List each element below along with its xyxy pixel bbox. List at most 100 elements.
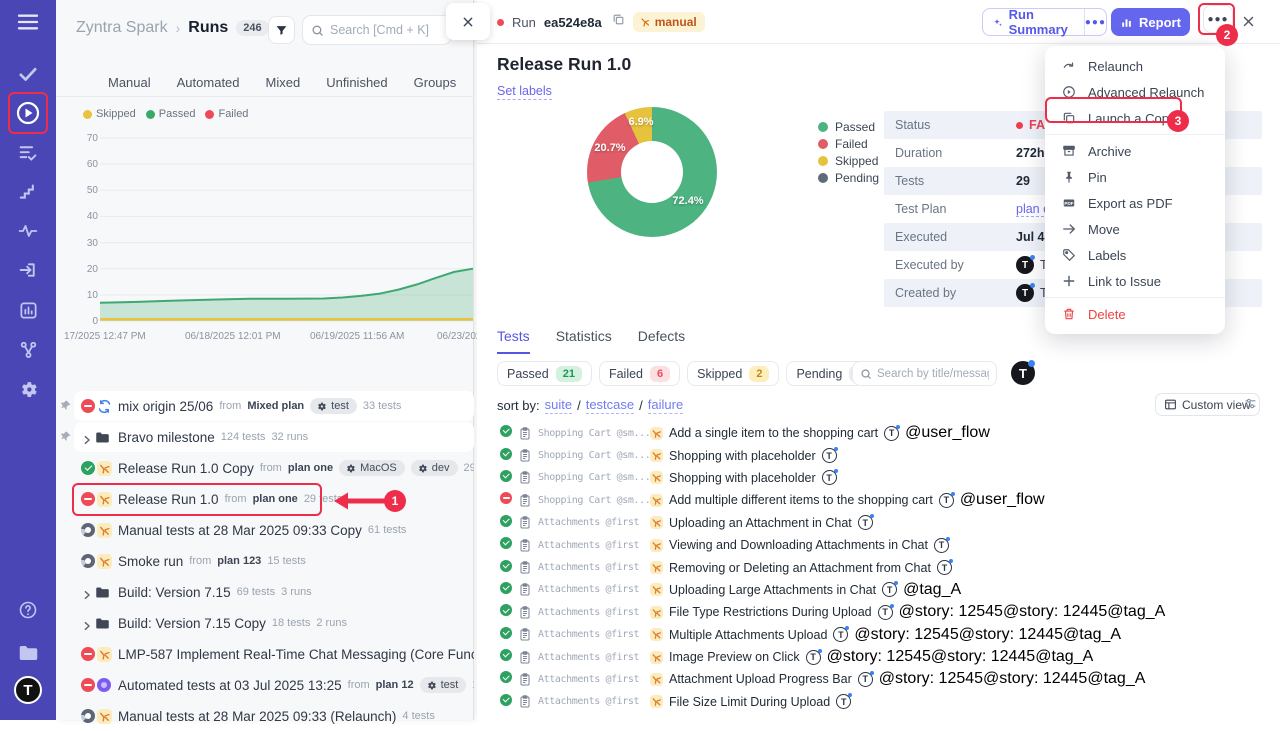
run-meta: 18 tests (272, 617, 311, 629)
menu-item-link-to-issue[interactable]: Link to Issue (1045, 268, 1225, 294)
filter-chip-passed[interactable]: Passed21 (497, 361, 592, 386)
filter-chip-failed[interactable]: Failed6 (599, 361, 680, 386)
test-row[interactable]: Shopping Cart @sm...Shopping with placeh… (477, 467, 1280, 489)
run-plan-link[interactable]: plan 12 (376, 679, 414, 691)
run-list-item[interactable]: Manual tests at 28 Mar 2025 09:33 Copy61… (56, 515, 474, 545)
chevron-right-icon[interactable] (82, 432, 92, 450)
detail-tab-defects[interactable]: Defects (638, 328, 685, 354)
sidebar-user-avatar[interactable]: T (14, 676, 42, 704)
test-row[interactable]: Attachments @firstImage Preview on Click… (477, 646, 1280, 668)
test-title[interactable]: Add multiple different items to the shop… (669, 493, 933, 507)
copy-run-id-icon[interactable] (612, 13, 625, 31)
sidebar-branch-icon[interactable] (0, 332, 56, 366)
view-settings-icon[interactable] (1243, 397, 1258, 415)
test-title[interactable]: Image Preview on Click (669, 650, 800, 664)
run-list-item[interactable]: Build: Version 7.1569 tests3 runs (56, 577, 474, 607)
menu-item-labels[interactable]: Labels (1045, 242, 1225, 268)
assignee-avatar[interactable]: T (1011, 361, 1035, 385)
sort-by-suite[interactable]: suite (545, 397, 572, 414)
test-row[interactable]: Attachments @firstFile Size Limit During… (477, 691, 1280, 713)
run-list-item[interactable]: LMP-587 Implement Real-Time Chat Messagi… (56, 639, 474, 669)
sidebar-chart-icon[interactable] (0, 293, 56, 327)
chevron-right-icon[interactable] (82, 587, 92, 605)
sidebar-help-icon[interactable] (0, 593, 56, 627)
menu-item-archive[interactable]: Archive (1045, 138, 1225, 164)
menu-item-delete[interactable]: Delete (1045, 301, 1225, 327)
run-status-partial-icon (81, 523, 95, 542)
test-row[interactable]: Attachments @firstFile Type Restrictions… (477, 601, 1280, 623)
test-title[interactable]: Multiple Attachments Upload (669, 628, 827, 642)
run-plan-link[interactable]: plan one (288, 462, 333, 474)
x-axis-label: 06/19/2025 11:56 AM (310, 331, 404, 342)
run-name[interactable]: LMP-587 Implement Real-Time Chat Messagi… (118, 647, 474, 662)
summary-label: Tests (895, 174, 1016, 188)
test-title[interactable]: Uploading Large Attachments in Chat (669, 583, 876, 597)
test-title[interactable]: Shopping with placeholder (669, 449, 816, 463)
menu-item-export-as-pdf[interactable]: PDFExport as PDF (1045, 190, 1225, 216)
run-name[interactable]: Automated tests at 03 Jul 2025 13:25 (118, 678, 342, 693)
test-title[interactable]: Shopping with placeholder (669, 471, 816, 485)
test-row[interactable]: Attachments @firstUploading Large Attach… (477, 579, 1280, 601)
run-name[interactable]: mix origin 25/06 (118, 399, 213, 414)
run-meta: 69 tests (237, 586, 276, 598)
sort-by-testcase[interactable]: testcase (586, 397, 634, 414)
run-list-item[interactable]: Manual tests at 28 Mar 2025 09:33 (Relau… (56, 701, 474, 731)
set-labels-link[interactable]: Set labels (497, 84, 552, 100)
run-name[interactable]: Smoke run (118, 554, 183, 569)
sidebar-import-icon[interactable] (0, 253, 56, 287)
menu-item-relaunch[interactable]: Relaunch (1045, 53, 1225, 79)
test-row[interactable]: Attachments @firstAttachment Upload Prog… (477, 668, 1280, 690)
sidebar-list-check-icon[interactable] (0, 136, 56, 170)
sidebar-folder-icon[interactable] (0, 636, 56, 670)
run-name[interactable]: Manual tests at 28 Mar 2025 09:33 (Relau… (118, 709, 396, 724)
menu-item-pin[interactable]: Pin (1045, 164, 1225, 190)
test-row[interactable]: Attachments @firstRemoving or Deleting a… (477, 556, 1280, 578)
run-list-item[interactable]: mix origin 25/06fromMixed plantest33 tes… (56, 391, 474, 421)
run-plan-link[interactable]: plan 123 (217, 555, 261, 567)
sidebar-menu-icon[interactable] (0, 5, 56, 39)
test-row[interactable]: Shopping Cart @sm...Add a single item to… (477, 422, 1280, 444)
sidebar-steps-icon[interactable] (0, 175, 56, 209)
run-list-item[interactable]: Bravo milestone124 tests32 runs (56, 422, 474, 452)
test-title[interactable]: Removing or Deleting an Attachment from … (669, 561, 931, 575)
sidebar-pulse-icon[interactable] (0, 214, 56, 248)
test-row[interactable]: Attachments @firstUploading an Attachmen… (477, 512, 1280, 534)
test-title[interactable]: Add a single item to the shopping cart (669, 426, 878, 440)
run-name[interactable]: Release Run 1.0 Copy (118, 461, 254, 476)
run-name[interactable]: Bravo milestone (118, 430, 215, 445)
chevron-right-icon[interactable] (82, 618, 92, 636)
sidebar-check-icon[interactable] (0, 57, 56, 91)
detail-tab-tests[interactable]: Tests (497, 328, 530, 354)
run-list-item[interactable]: Build: Version 7.15 Copy18 tests2 runs (56, 608, 474, 638)
detail-tab-statistics[interactable]: Statistics (556, 328, 612, 354)
run-name[interactable]: Manual tests at 28 Mar 2025 09:33 Copy (118, 523, 362, 538)
run-summary-button[interactable]: Run Summary ●●● (982, 8, 1107, 36)
close-detail-button[interactable] (1241, 14, 1257, 30)
filter-chip-skipped[interactable]: Skipped2 (687, 361, 779, 386)
run-plan-link[interactable]: Mixed plan (247, 400, 304, 412)
tests-search-input[interactable] (877, 368, 989, 380)
run-list-item[interactable]: Smoke runfromplan 12315 tests (56, 546, 474, 576)
test-row[interactable]: Shopping Cart @sm...Add multiple differe… (477, 489, 1280, 511)
test-row[interactable]: Attachments @firstMultiple Attachments U… (477, 624, 1280, 646)
run-summary-more-button[interactable]: ●●● (1085, 17, 1106, 28)
menu-item-move[interactable]: Move (1045, 216, 1225, 242)
close-runs-panel-button[interactable] (446, 3, 490, 40)
run-name[interactable]: Build: Version 7.15 (118, 585, 231, 600)
test-title[interactable]: File Size Limit During Upload (669, 695, 830, 709)
run-list-item[interactable]: Release Run 1.0 Copyfromplan oneMacOSdev… (56, 453, 474, 483)
tests-search[interactable] (852, 361, 997, 386)
sidebar-gear-icon[interactable] (0, 372, 56, 406)
test-title[interactable]: Viewing and Downloading Attachments in C… (669, 538, 928, 552)
test-title[interactable]: File Type Restrictions During Upload (669, 605, 872, 619)
run-name[interactable]: Build: Version 7.15 Copy (118, 616, 266, 631)
test-row[interactable]: Attachments @firstViewing and Downloadin… (477, 534, 1280, 556)
test-row[interactable]: Shopping Cart @sm...Shopping with placeh… (477, 444, 1280, 466)
test-title[interactable]: Uploading an Attachment in Chat (669, 516, 852, 530)
test-title[interactable]: Attachment Upload Progress Bar (669, 672, 852, 686)
testcase-icon (519, 471, 531, 484)
report-button[interactable]: Report (1111, 8, 1190, 36)
sort-by-failure[interactable]: failure (648, 397, 683, 414)
author-avatar: T (858, 515, 873, 530)
run-list-item[interactable]: Automated tests at 03 Jul 2025 13:25from… (56, 670, 474, 700)
